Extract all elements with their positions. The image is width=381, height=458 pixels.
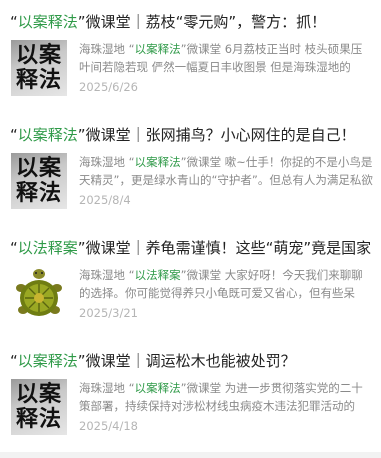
article-snippet: 海珠湿地 “以案释法”微课堂 6月荔枝正当时 枝头硕果压 叶间若隐若现 俨然一幅… bbox=[79, 40, 381, 76]
thumbnail-text-line1: 以案 bbox=[15, 381, 62, 407]
article-snippet: 海珠湿地 “以案释法”微课堂 为进一步贯彻落实党的二十 策部署，持续保持对涉松材… bbox=[79, 379, 381, 415]
article-item[interactable]: “以案释法”微课堂｜张网捕鸟？小心网住的是自己！ 以案 释法 海珠湿地 “以案释… bbox=[0, 113, 381, 226]
article-date: 2025/3/21 bbox=[79, 306, 138, 320]
title-tag: 以案释法 bbox=[17, 126, 78, 144]
title-tag: 以案释法 bbox=[17, 352, 78, 370]
snippet-tag: 以案释法 bbox=[134, 155, 181, 169]
snippet-text: ”微课堂 大家好呀！今天我们来聊聊 bbox=[180, 268, 363, 282]
title-quote: “ bbox=[10, 126, 18, 144]
turtle-icon bbox=[16, 269, 62, 316]
article-title[interactable]: “以法释案”微课堂｜养龟需谨慎！这些“萌宠”竟是国家 bbox=[10, 238, 371, 258]
article-date: 2025/4/18 bbox=[79, 419, 138, 433]
snippet-tag: 以法释案 bbox=[134, 268, 181, 282]
snippet-line2: 叶间若隐若现 俨然一幅夏日丰收图景 但是海珠湿地的 bbox=[79, 60, 351, 74]
snippet-line2: 的选择。你可能觉得养只小龟既可爱又省心，但有些呆 bbox=[79, 286, 355, 300]
title-quote: “ bbox=[10, 13, 18, 31]
title-text: ”微课堂｜张网捕鸟？小心网住的是自己！ bbox=[77, 126, 356, 144]
snippet-prefix: 海珠湿地 “ bbox=[79, 381, 135, 395]
snippet-line1: 海珠湿地 “以案释法”微课堂 嗽~仕手！你捉的不是小鸟是 bbox=[79, 153, 381, 171]
article-snippet: 海珠湿地 “以案释法”微课堂 嗽~仕手！你捉的不是小鸟是 天精灵”，更是绿水青山… bbox=[79, 153, 381, 189]
article-item[interactable]: “以案释法”微课堂｜荔枝“零元购”，警方：抓！ 以案 释法 海珠湿地 “以案释法… bbox=[0, 0, 381, 113]
title-text: ”微课堂｜荔枝“零元购”，警方：抓！ bbox=[77, 13, 327, 31]
title-text: ”微课堂｜调运松木也能被处罚？ bbox=[77, 352, 296, 370]
article-snippet: 海珠湿地 “以法释案”微课堂 大家好呀！今天我们来聊聊 的选择。你可能觉得养只小… bbox=[79, 266, 381, 302]
article-item[interactable]: “以法释案”微课堂｜养龟需谨慎！这些“萌宠”竟是国家 海珠湿地 “以法释案”微课… bbox=[0, 226, 381, 339]
snippet-line2: 策部署，持续保持对涉松材线虫病疫木违法犯罪活动的 bbox=[79, 399, 355, 413]
title-tag: 以案释法 bbox=[17, 13, 78, 31]
thumbnail-text-line2: 释法 bbox=[15, 67, 62, 93]
article-thumbnail[interactable]: 以案 释法 bbox=[11, 379, 67, 435]
snippet-line1: 海珠湿地 “以案释法”微课堂 为进一步贯彻落实党的二十 bbox=[79, 379, 381, 397]
thumbnail-text-line2: 释法 bbox=[15, 180, 62, 206]
article-date: 2025/6/26 bbox=[79, 80, 138, 94]
thumbnail-text-line1: 以案 bbox=[15, 42, 62, 68]
snippet-text: ”微课堂 6月荔枝正当时 枝头硕果压 bbox=[180, 42, 363, 56]
article-title[interactable]: “以案释法”微课堂｜荔枝“零元购”，警方：抓！ bbox=[10, 12, 326, 32]
thumbnail-text-line1: 以案 bbox=[15, 155, 62, 181]
article-title[interactable]: “以案释法”微课堂｜调运松木也能被处罚？ bbox=[10, 351, 296, 371]
thumbnail-text-line2: 释法 bbox=[15, 406, 62, 432]
article-thumbnail[interactable]: 以案 释法 bbox=[11, 153, 67, 209]
snippet-prefix: 海珠湿地 “ bbox=[79, 268, 135, 282]
article-thumbnail[interactable] bbox=[11, 266, 67, 322]
article-list: “以案释法”微课堂｜荔枝“零元购”，警方：抓！ 以案 释法 海珠湿地 “以案释法… bbox=[0, 0, 381, 452]
snippet-prefix: 海珠湿地 “ bbox=[79, 42, 135, 56]
article-item[interactable]: “以案释法”微课堂｜调运松木也能被处罚？ 以案 释法 海珠湿地 “以案释法”微课… bbox=[0, 339, 381, 452]
snippet-tag: 以案释法 bbox=[134, 42, 181, 56]
title-quote: “ bbox=[10, 239, 18, 257]
title-text: ”微课堂｜养龟需谨慎！这些“萌宠”竟是国家 bbox=[77, 239, 372, 257]
snippet-tag: 以案释法 bbox=[134, 381, 181, 395]
article-date: 2025/8/4 bbox=[79, 193, 131, 207]
snippet-text: ”微课堂 为进一步贯彻落实党的二十 bbox=[180, 381, 363, 395]
article-title[interactable]: “以案释法”微课堂｜张网捕鸟？小心网住的是自己！ bbox=[10, 125, 356, 145]
snippet-prefix: 海珠湿地 “ bbox=[79, 155, 135, 169]
snippet-line1: 海珠湿地 “以法释案”微课堂 大家好呀！今天我们来聊聊 bbox=[79, 266, 381, 284]
article-thumbnail[interactable]: 以案 释法 bbox=[11, 40, 67, 96]
snippet-text: ”微课堂 嗽~仕手！你捉的不是小鸟是 bbox=[180, 155, 373, 169]
bottom-divider bbox=[0, 452, 381, 458]
title-tag: 以法释案 bbox=[17, 239, 78, 257]
snippet-line1: 海珠湿地 “以案释法”微课堂 6月荔枝正当时 枝头硕果压 bbox=[79, 40, 381, 58]
snippet-line2: 天精灵”，更是绿水青山的“守护者”。但总有人为满足私欲 bbox=[79, 173, 373, 187]
title-quote: “ bbox=[10, 352, 18, 370]
